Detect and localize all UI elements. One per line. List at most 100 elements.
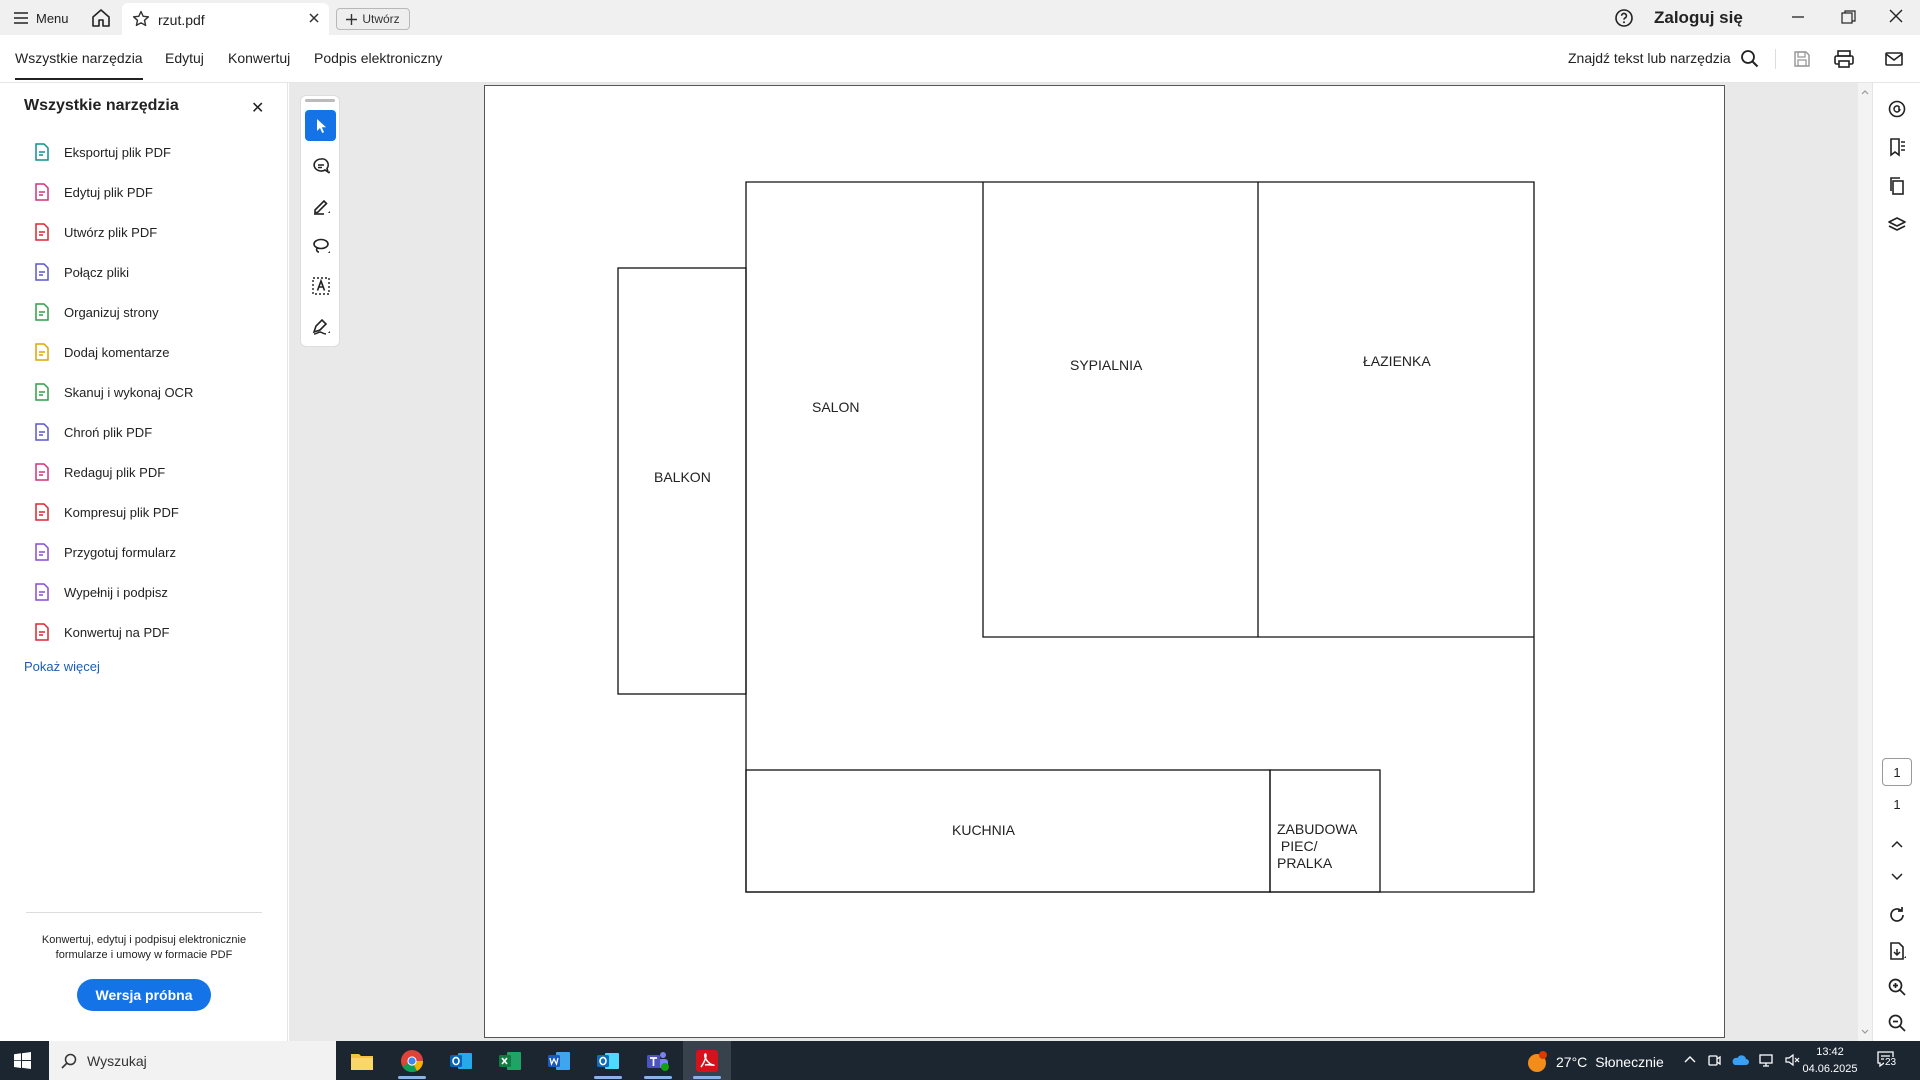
- toolbar-grip[interactable]: [305, 99, 335, 102]
- teams-app[interactable]: [634, 1041, 682, 1080]
- close-window-icon[interactable]: [1886, 6, 1906, 26]
- restore-icon[interactable]: [1838, 8, 1858, 26]
- combine-files-icon: [32, 262, 52, 282]
- chrome-app[interactable]: [388, 1041, 436, 1080]
- tool-item[interactable]: Chroń plik PDF: [0, 412, 287, 452]
- weather-widget[interactable]: 27°C Słonecznie: [1526, 1051, 1664, 1073]
- teams-icon: [647, 1051, 669, 1071]
- tab-edit[interactable]: Edytuj: [165, 50, 204, 66]
- toolbar-divider: [1775, 49, 1776, 69]
- tool-item[interactable]: Skanuj i wykonaj OCR: [0, 372, 287, 412]
- excel-app[interactable]: [486, 1041, 534, 1080]
- help-icon[interactable]: [1614, 8, 1634, 28]
- quick-tools-bar: [300, 95, 340, 347]
- tool-item[interactable]: Eksportuj plik PDF: [0, 132, 287, 172]
- notification-count: 23: [1884, 1057, 1898, 1068]
- create-button[interactable]: Utwórz: [336, 8, 410, 30]
- organize-pages-icon: [32, 302, 52, 322]
- tool-item[interactable]: Organizuj strony: [0, 292, 287, 332]
- system-clock[interactable]: 13:42 04.06.2025: [1800, 1044, 1860, 1078]
- outlook-icon: [450, 1052, 472, 1069]
- network-icon[interactable]: [1759, 1053, 1775, 1067]
- sign-tool-button[interactable]: [305, 310, 336, 341]
- tool-item[interactable]: Przygotuj formularz: [0, 532, 287, 572]
- tool-item[interactable]: Dodaj komentarze: [0, 332, 287, 372]
- rotate-icon[interactable]: [1887, 905, 1907, 925]
- redact-pdf-icon: [32, 462, 52, 482]
- bookmarks-icon[interactable]: [1887, 137, 1907, 157]
- close-panel-icon[interactable]: ✕: [251, 98, 264, 118]
- page-thumbnails-icon[interactable]: [1887, 176, 1907, 196]
- windows-start-icon[interactable]: [14, 1052, 31, 1069]
- find-tools-label[interactable]: Znajdź tekst lub narzędzia: [1568, 50, 1731, 66]
- outlook-app[interactable]: [437, 1041, 485, 1080]
- home-icon[interactable]: [90, 8, 112, 28]
- tool-item[interactable]: Wypełnij i podpisz: [0, 572, 287, 612]
- trial-button[interactable]: Wersja próbna: [77, 979, 211, 1011]
- cursor-icon: [316, 118, 326, 133]
- notification-center[interactable]: 23: [1876, 1050, 1898, 1075]
- taskbar-search[interactable]: Wyszukaj: [49, 1041, 336, 1080]
- comment-tool-button[interactable]: [305, 150, 336, 181]
- ai-assistant-icon[interactable]: [1887, 99, 1907, 119]
- word-app[interactable]: [535, 1041, 583, 1080]
- save-icon[interactable]: [1792, 49, 1812, 69]
- all-tools-panel: Wszystkie narzędzia ✕ Eksportuj plik PDF…: [0, 83, 288, 1041]
- show-more-link[interactable]: Pokaż więcej: [24, 659, 100, 674]
- layers-icon[interactable]: [1887, 215, 1907, 235]
- tool-item-label: Organizuj strony: [64, 304, 159, 320]
- tool-item-label: Dodaj komentarze: [64, 344, 170, 360]
- volume-muted-icon[interactable]: [1785, 1053, 1801, 1067]
- floor-plan-drawing: [617, 181, 1535, 893]
- tool-item[interactable]: Konwertuj na PDF: [0, 612, 287, 652]
- minimize-icon[interactable]: [1788, 8, 1808, 26]
- close-tab-icon[interactable]: [307, 11, 321, 25]
- total-pages: 1: [1893, 797, 1901, 812]
- tool-item-label: Chroń plik PDF: [64, 424, 153, 440]
- zoom-in-icon[interactable]: [1887, 977, 1907, 997]
- tool-item-label: Utwórz plik PDF: [64, 224, 158, 240]
- tool-item-label: Wypełnij i podpisz: [64, 584, 168, 600]
- login-button[interactable]: Zaloguj się: [1654, 8, 1743, 28]
- current-page-field[interactable]: 1: [1882, 758, 1912, 786]
- chevron-up-icon[interactable]: [1683, 1053, 1697, 1067]
- tool-item[interactable]: Kompresuj plik PDF: [0, 492, 287, 532]
- tool-item[interactable]: Redaguj plik PDF: [0, 452, 287, 492]
- tool-item-label: Eksportuj plik PDF: [64, 144, 171, 160]
- text-tool-button[interactable]: [305, 270, 336, 301]
- tool-item[interactable]: Połącz pliki: [0, 252, 287, 292]
- scan-ocr-icon: [32, 382, 52, 402]
- tool-item[interactable]: Edytuj plik PDF: [0, 172, 287, 212]
- outlook-new-app[interactable]: [584, 1041, 632, 1080]
- star-icon[interactable]: [132, 10, 150, 28]
- text-box-icon: [311, 276, 330, 295]
- chrome-icon: [401, 1049, 424, 1072]
- tab-convert[interactable]: Konwertuj: [228, 50, 290, 66]
- print-icon[interactable]: [1833, 49, 1855, 69]
- tab-e-signature[interactable]: Podpis elektroniczny: [314, 50, 442, 66]
- select-tool-button[interactable]: [305, 110, 336, 141]
- compress-pdf-icon: [32, 502, 52, 522]
- file-explorer-app[interactable]: [338, 1041, 386, 1080]
- pdf-page[interactable]: BALKON SALON SYPIALNIA ŁAZIENKA KUCHNIA …: [484, 85, 1725, 1038]
- scroll-down-icon[interactable]: [1861, 1029, 1869, 1035]
- clock-date: 04.06.2025: [1802, 1063, 1858, 1075]
- mail-icon[interactable]: [1884, 49, 1904, 69]
- tool-item[interactable]: Utwórz plik PDF: [0, 212, 287, 252]
- menu-button[interactable]: Menu: [14, 9, 69, 27]
- tool-item-label: Edytuj plik PDF: [64, 184, 153, 200]
- search-icon[interactable]: [1740, 49, 1760, 69]
- extract-page-icon[interactable]: [1887, 941, 1907, 961]
- onedrive-icon[interactable]: [1731, 1053, 1749, 1067]
- scroll-up-icon[interactable]: [1861, 89, 1869, 95]
- meet-now-icon[interactable]: [1707, 1053, 1721, 1067]
- vertical-scrollbar[interactable]: [1858, 83, 1872, 1041]
- document-tab[interactable]: rzut.pdf: [122, 3, 329, 35]
- draw-tool-button[interactable]: [305, 230, 336, 261]
- acrobat-app[interactable]: [683, 1041, 731, 1080]
- highlight-tool-button[interactable]: [305, 190, 336, 221]
- previous-page-icon[interactable]: [1887, 834, 1907, 854]
- next-page-icon[interactable]: [1887, 867, 1907, 887]
- zoom-out-icon[interactable]: [1887, 1013, 1907, 1033]
- tab-all-tools[interactable]: Wszystkie narzędzia: [15, 50, 143, 80]
